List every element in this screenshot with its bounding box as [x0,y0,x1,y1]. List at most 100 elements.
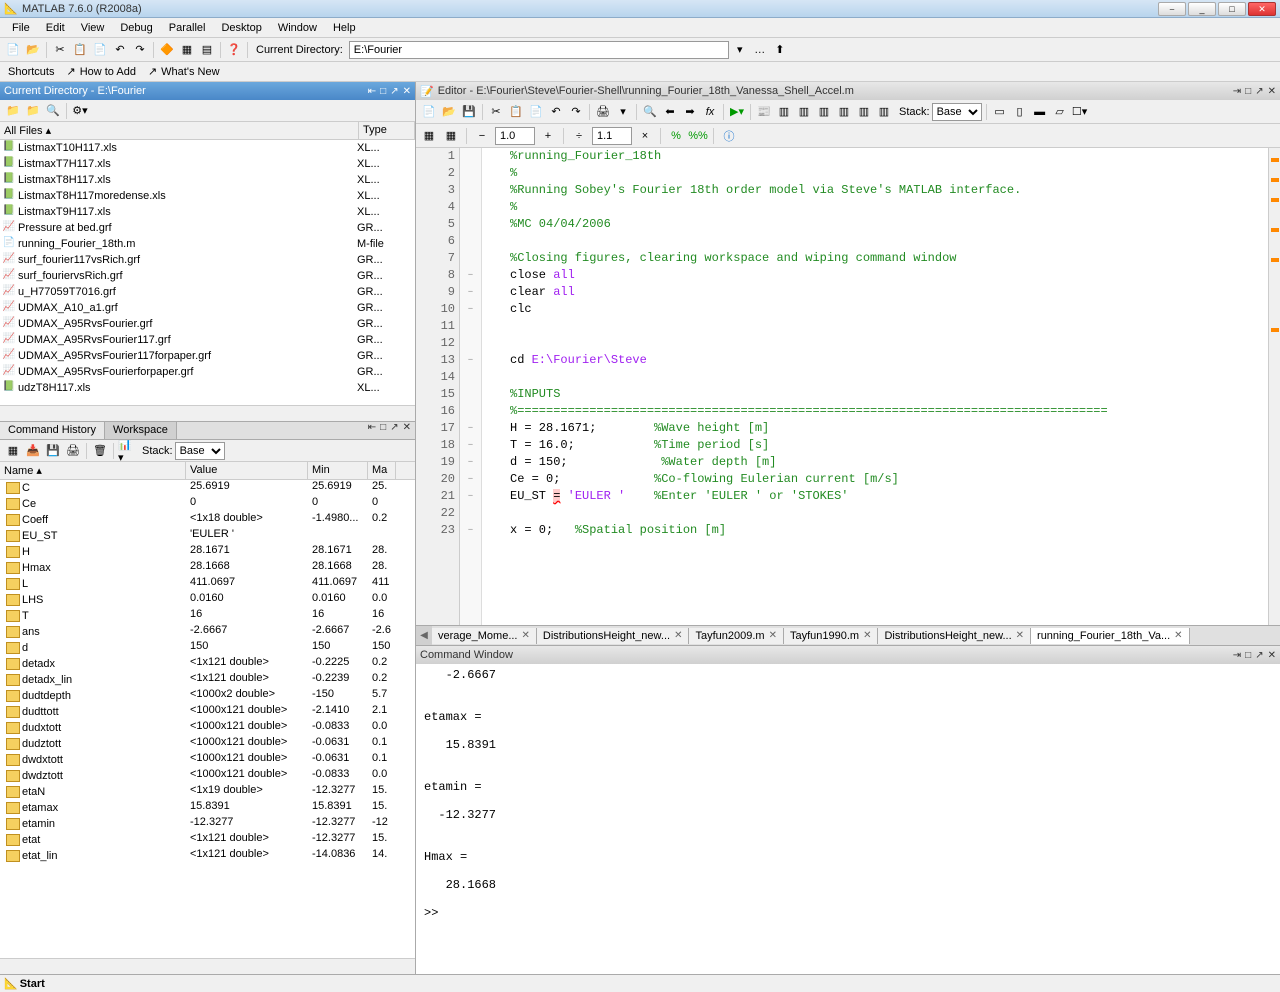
new-var-icon[interactable]: ▦ [4,442,22,460]
tab-close-icon[interactable]: ✕ [863,630,871,641]
layout3-icon[interactable]: ▬ [1031,103,1049,121]
file-row[interactable]: 📈UDMAX_A95RvsFourier117.grfGR... [0,332,415,348]
close-button[interactable]: ✕ [1248,2,1276,16]
ws-dock-icon[interactable]: ⇤ [368,422,376,439]
ws-row[interactable]: dwdztott<1000x121 double>-0.08330.0 [0,768,415,784]
ws-col-value[interactable]: Value [186,462,308,479]
new-file-icon[interactable]: 📄 [4,41,22,59]
tab-close-icon[interactable]: ✕ [1016,630,1024,641]
profiler-icon[interactable]: ▤ [198,41,216,59]
file-row[interactable]: 📗ListmaxT10H117.xlsXL... [0,140,415,156]
ed-cell2-icon[interactable]: ▥ [795,103,813,121]
ws-row[interactable]: EU_ST'EULER ' [0,528,415,544]
whats-new-link[interactable]: ↗ What's New [148,65,220,78]
file-row[interactable]: 📈UDMAX_A95RvsFourier.grfGR... [0,316,415,332]
ed-cell4-icon[interactable]: ▥ [835,103,853,121]
editor-content[interactable]: 1234567891011121314151617181920212223 ––… [416,148,1280,625]
cut-icon[interactable]: ✂ [51,41,69,59]
ws-row[interactable]: d150150150 [0,640,415,656]
ed-close-icon[interactable]: ✕ [1268,86,1276,97]
ed-print-icon[interactable]: 🖨 [594,103,612,121]
ws-row[interactable]: Ce000 [0,496,415,512]
zoom2-input[interactable] [592,127,632,145]
ed-dock-icon[interactable]: ⇥ [1233,86,1241,97]
ed-preview-icon[interactable]: ▾ [614,103,632,121]
ws-row[interactable]: dudztott<1000x121 double>-0.06310.1 [0,736,415,752]
editor-tab[interactable]: DistributionsHeight_new...✕ [537,628,690,644]
divide-icon[interactable]: ÷ [570,127,588,145]
find-files-icon[interactable]: 🔍 [44,102,62,120]
ed-cell6-icon[interactable]: ▥ [875,103,893,121]
print-ws-icon[interactable]: 🖨 [64,442,82,460]
ed-fwd-icon[interactable]: ➡ [681,103,699,121]
menu-window[interactable]: Window [270,22,325,34]
ws-col-max[interactable]: Ma [368,462,396,479]
tab-close-icon[interactable]: ✕ [1174,630,1182,641]
up-folder-icon[interactable]: 📁 [4,102,22,120]
undock-icon[interactable]: □ [380,86,386,97]
ws-row[interactable]: etat_lin<1x121 double>-14.083614. [0,848,415,864]
ws-row[interactable]: dudtdepth<1000x2 double>-1505.7 [0,688,415,704]
ws-row[interactable]: ans-2.6667-2.6667-2.6 [0,624,415,640]
close-panel-icon[interactable]: ✕ [403,86,411,97]
tab-close-icon[interactable]: ✕ [674,630,682,641]
cmd-undock-icon[interactable]: □ [1245,650,1251,661]
cmd-max-icon[interactable]: ↗ [1255,650,1263,661]
tab-workspace[interactable]: Workspace [105,422,177,439]
menu-help[interactable]: Help [325,22,364,34]
save-ws-icon[interactable]: 💾 [44,442,62,460]
ws-close-icon[interactable]: ✕ [403,422,411,439]
dock-icon[interactable]: ⇤ [368,86,376,97]
file-row[interactable]: 📈surf_fouriervsRich.grfGR... [0,268,415,284]
ed-find-icon[interactable]: 🔍 [641,103,659,121]
ws-row[interactable]: LHS0.01600.01600.0 [0,592,415,608]
editor-tab[interactable]: Tayfun2009.m✕ [689,628,784,644]
ed-run-icon[interactable]: ▶▾ [728,103,746,121]
file-row[interactable]: 📈u_H77059T7016.grfGR... [0,284,415,300]
file-row[interactable]: 📈UDMAX_A95RvsFourierforpaper.grfGR... [0,364,415,380]
ws-max-icon[interactable]: ↗ [390,422,398,439]
menu-desktop[interactable]: Desktop [213,22,269,34]
layout4-icon[interactable]: ▱ [1051,103,1069,121]
ws-row[interactable]: dudttott<1000x121 double>-2.14102.1 [0,704,415,720]
code-minimap[interactable] [1268,148,1280,625]
ed-cell3-icon[interactable]: ▥ [815,103,833,121]
file-list[interactable]: 📗ListmaxT10H117.xlsXL...📗ListmaxT7H117.x… [0,140,415,405]
ed-redo-icon[interactable]: ↷ [567,103,585,121]
ws-row[interactable]: etamin-12.3277-12.3277-12 [0,816,415,832]
ed-stack-select[interactable]: Base [932,103,982,121]
file-row[interactable]: 📈surf_fourier117vsRich.grfGR... [0,252,415,268]
info-icon[interactable]: ⓘ [720,127,738,145]
browse-dir-icon[interactable]: … [751,41,769,59]
start-button[interactable]: Start [20,978,45,990]
menu-file[interactable]: File [4,22,38,34]
layout1-icon[interactable]: ▭ [991,103,1009,121]
file-row[interactable]: 📄running_Fourier_18th.mM-file [0,236,415,252]
comment-icon[interactable]: % [667,127,685,145]
ws-row[interactable]: etaN<1x19 double>-12.327715. [0,784,415,800]
ws-row[interactable]: C25.691925.691925. [0,480,415,496]
paste-icon[interactable]: 📄 [91,41,109,59]
cmd-dock-icon[interactable]: ⇥ [1233,650,1241,661]
menu-debug[interactable]: Debug [112,22,160,34]
menu-edit[interactable]: Edit [38,22,73,34]
tab-close-icon[interactable]: ✕ [769,630,777,641]
menu-parallel[interactable]: Parallel [161,22,214,34]
layout5-icon[interactable]: ☐▾ [1071,103,1089,121]
ed-copy-icon[interactable]: 📋 [507,103,525,121]
ed-cell1-icon[interactable]: ▥ [775,103,793,121]
ed-new-icon[interactable]: 📄 [420,103,438,121]
import-icon[interactable]: 📥 [24,442,42,460]
file-row[interactable]: 📗ListmaxT8H117.xlsXL... [0,172,415,188]
col-type[interactable]: Type [359,122,415,139]
ws-col-name[interactable]: Name ▴ [0,462,186,479]
times-icon[interactable]: × [636,127,654,145]
dir-dropdown-icon[interactable]: ▾ [731,41,749,59]
ws-row[interactable]: Hmax28.166828.166828. [0,560,415,576]
ed-save-icon[interactable]: 💾 [460,103,478,121]
editor-tab[interactable]: running_Fourier_18th_Va...✕ [1031,628,1190,644]
help-button[interactable]: ⎯ [1158,2,1186,16]
ed-paste-icon[interactable]: 📄 [527,103,545,121]
ed-back-icon[interactable]: ⬅ [661,103,679,121]
plot-icon[interactable]: 📊▾ [118,442,136,460]
